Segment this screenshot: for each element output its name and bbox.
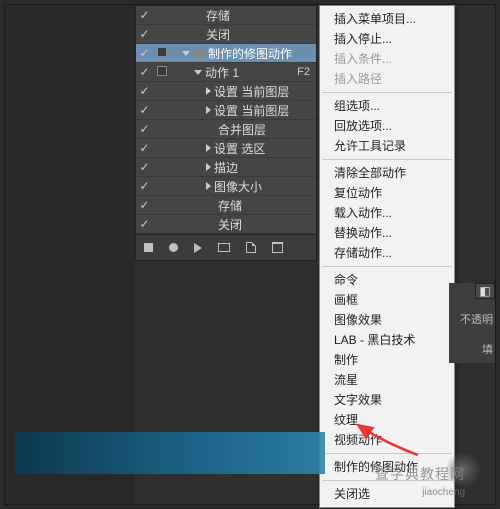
action-label: 图像大小 bbox=[214, 178, 262, 195]
toggle-check-icon[interactable]: ✓ bbox=[136, 8, 153, 22]
trash-icon[interactable] bbox=[272, 242, 283, 253]
action-label: 动作 1 bbox=[205, 64, 239, 81]
app-window: ✓ 存储 ✓ 关闭 ✓ 制作的修图动作 ✓ 动作 1 F2 ✓ 设置 当前图层 ✓ 设置 当前图层 ✓ 合并… bbox=[4, 4, 496, 505]
toggle-check-icon[interactable]: ✓ bbox=[136, 160, 153, 174]
menu-item[interactable]: 视频动作 bbox=[320, 430, 454, 450]
action-label: 关闭 bbox=[218, 216, 242, 233]
layers-panel-edge: ◧ 不透明 填 bbox=[449, 283, 495, 363]
watermark-subtext: jiaocheng bbox=[422, 487, 465, 498]
shortcut-label: F2 bbox=[297, 66, 310, 78]
menu-item[interactable]: 插入停止... bbox=[320, 29, 454, 49]
menu-item[interactable]: 画框 bbox=[320, 290, 454, 310]
disclosure-triangle-icon[interactable] bbox=[206, 163, 211, 171]
action-row[interactable]: ✓ 图像大小 bbox=[136, 177, 316, 196]
disclosure-triangle-icon[interactable] bbox=[206, 144, 211, 152]
menu-item[interactable]: 纹理 bbox=[320, 410, 454, 430]
dialog-toggle-icon[interactable] bbox=[153, 65, 170, 79]
action-label: 设置 当前图层 bbox=[214, 102, 289, 119]
action-label: 设置 选区 bbox=[214, 140, 265, 157]
watermark-banner bbox=[15, 432, 325, 474]
action-row[interactable]: ✓ 关闭 bbox=[136, 25, 316, 44]
new-action-icon[interactable] bbox=[246, 242, 256, 253]
watermark-text: 查字典教程网 bbox=[375, 464, 465, 484]
action-row[interactable]: ✓ 描边 bbox=[136, 158, 316, 177]
toggle-check-icon[interactable]: ✓ bbox=[136, 198, 153, 212]
toggle-check-icon[interactable]: ✓ bbox=[136, 179, 153, 193]
menu-item[interactable]: 文字效果 bbox=[320, 390, 454, 410]
menu-item[interactable]: 制作 bbox=[320, 350, 454, 370]
panel-tab-icon[interactable]: ◧ bbox=[475, 283, 495, 299]
action-row[interactable]: ✓ 关闭 bbox=[136, 215, 316, 234]
action-row[interactable]: ✓ 存储 bbox=[136, 196, 316, 215]
toggle-check-icon[interactable]: ✓ bbox=[136, 103, 153, 117]
dialog-toggle-icon[interactable] bbox=[153, 46, 170, 60]
action-label: 描边 bbox=[214, 159, 238, 176]
toggle-check-icon[interactable]: ✓ bbox=[136, 141, 153, 155]
menu-item[interactable]: 命令 bbox=[320, 270, 454, 290]
menu-item[interactable]: 图像效果 bbox=[320, 310, 454, 330]
panel-context-menu: 插入菜单项目...插入停止...插入条件...插入路径组选项...回放选项...… bbox=[319, 5, 455, 508]
opacity-label: 不透明 bbox=[460, 311, 493, 327]
action-row[interactable]: ✓ 制作的修图动作 bbox=[136, 44, 316, 63]
folder-icon bbox=[193, 49, 205, 58]
toggle-check-icon[interactable]: ✓ bbox=[136, 217, 153, 231]
toggle-check-icon[interactable]: ✓ bbox=[136, 46, 153, 60]
menu-item[interactable]: 复位动作 bbox=[320, 183, 454, 203]
menu-item[interactable]: 载入动作... bbox=[320, 203, 454, 223]
menu-separator bbox=[322, 266, 452, 267]
actions-panel: ✓ 存储 ✓ 关闭 ✓ 制作的修图动作 ✓ 动作 1 F2 ✓ 设置 当前图层 ✓ 设置 当前图层 ✓ 合并… bbox=[135, 5, 317, 261]
action-label: 存储 bbox=[206, 7, 230, 24]
toggle-check-icon[interactable]: ✓ bbox=[136, 27, 153, 41]
action-label: 存储 bbox=[218, 197, 242, 214]
action-row[interactable]: ✓ 存储 bbox=[136, 6, 316, 25]
fill-label: 填 bbox=[482, 341, 493, 357]
menu-item[interactable]: 插入菜单项目... bbox=[320, 9, 454, 29]
action-label: 设置 当前图层 bbox=[214, 83, 289, 100]
action-row[interactable]: ✓ 设置 选区 bbox=[136, 139, 316, 158]
toggle-check-icon[interactable]: ✓ bbox=[136, 84, 153, 98]
play-icon[interactable] bbox=[194, 243, 202, 253]
disclosure-triangle-icon[interactable] bbox=[206, 87, 211, 95]
disclosure-triangle-icon[interactable] bbox=[206, 106, 211, 114]
action-row[interactable]: ✓ 动作 1 F2 bbox=[136, 63, 316, 82]
menu-item[interactable]: 流星 bbox=[320, 370, 454, 390]
document-area bbox=[5, 5, 135, 504]
action-row[interactable]: ✓ 设置 当前图层 bbox=[136, 101, 316, 120]
stop-icon[interactable] bbox=[144, 243, 153, 252]
disclosure-triangle-icon[interactable] bbox=[194, 70, 202, 75]
menu-item: 插入条件... bbox=[320, 49, 454, 69]
action-row[interactable]: ✓ 合并图层 bbox=[136, 120, 316, 139]
menu-item[interactable]: 存储动作... bbox=[320, 243, 454, 263]
disclosure-triangle-icon[interactable] bbox=[182, 51, 190, 56]
action-label: 合并图层 bbox=[218, 121, 266, 138]
menu-item[interactable]: 清除全部动作 bbox=[320, 163, 454, 183]
menu-item: 插入路径 bbox=[320, 69, 454, 89]
menu-item[interactable]: 组选项... bbox=[320, 96, 454, 116]
menu-item[interactable]: 回放选项... bbox=[320, 116, 454, 136]
new-set-icon[interactable] bbox=[218, 243, 230, 252]
actions-toolbar bbox=[136, 234, 316, 260]
menu-separator bbox=[322, 453, 452, 454]
action-label: 关闭 bbox=[206, 26, 230, 43]
record-icon[interactable] bbox=[169, 243, 178, 252]
disclosure-triangle-icon[interactable] bbox=[206, 182, 211, 190]
action-label: 制作的修图动作 bbox=[208, 45, 292, 62]
menu-separator bbox=[322, 159, 452, 160]
menu-item[interactable]: LAB - 黑白技术 bbox=[320, 330, 454, 350]
action-row[interactable]: ✓ 设置 当前图层 bbox=[136, 82, 316, 101]
menu-item[interactable]: 允许工具记录 bbox=[320, 136, 454, 156]
menu-separator bbox=[322, 92, 452, 93]
toggle-check-icon[interactable]: ✓ bbox=[136, 122, 153, 136]
toggle-check-icon[interactable]: ✓ bbox=[136, 65, 153, 79]
menu-item[interactable]: 替换动作... bbox=[320, 223, 454, 243]
